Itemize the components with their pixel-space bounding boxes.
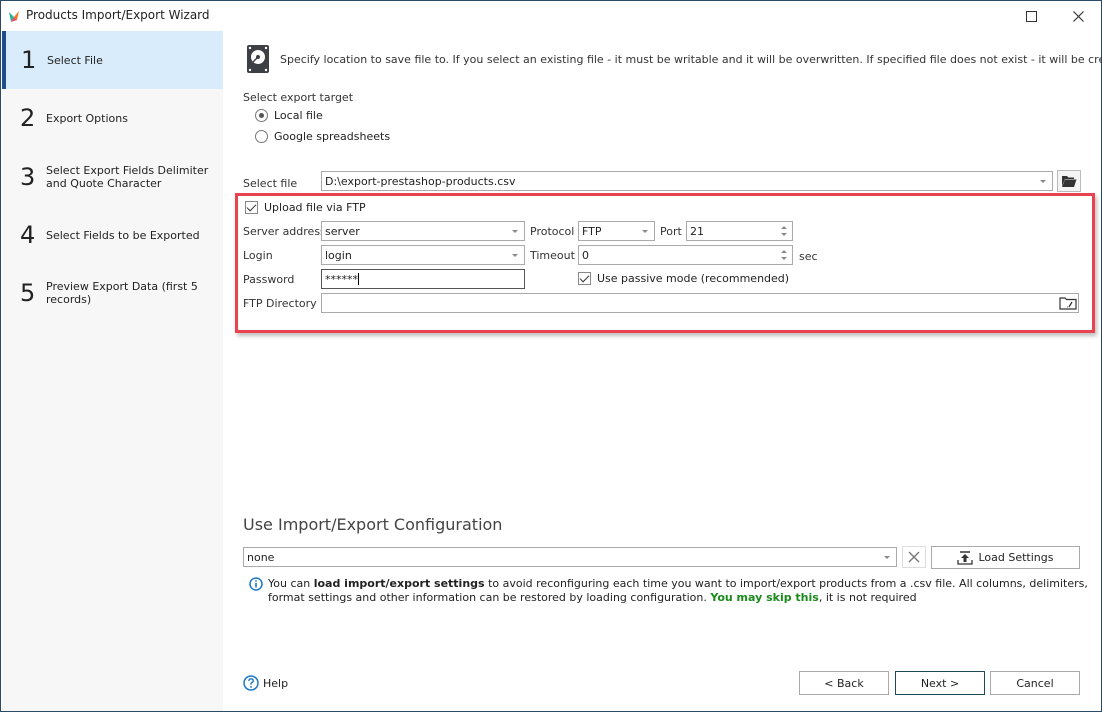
- maximize-icon: [1025, 10, 1037, 22]
- info-text: You can: [268, 577, 314, 590]
- chevron-down-icon: [642, 230, 648, 233]
- back-label: < Back: [824, 676, 864, 690]
- radio-label: Local file: [274, 109, 323, 122]
- chevron-down-icon: [512, 254, 518, 257]
- password-label: Password: [243, 273, 295, 286]
- step-label: Export Options: [46, 111, 128, 125]
- step-preview[interactable]: 5 Preview Export Data (first 5 records): [2, 264, 223, 322]
- configuration-title: Use Import/Export Configuration: [243, 515, 503, 534]
- step-select-file[interactable]: 1 Select File: [2, 31, 223, 89]
- configuration-combo[interactable]: none: [243, 547, 897, 567]
- login-combo[interactable]: login: [321, 245, 525, 265]
- select-file-label: Select file: [243, 177, 298, 190]
- folder-browse-icon: [1059, 297, 1077, 310]
- close-button[interactable]: [1064, 5, 1092, 27]
- title-bar: Products Import/Export Wizard: [1, 1, 1101, 31]
- spinner-arrows-icon[interactable]: [780, 248, 788, 262]
- password-input[interactable]: ******: [321, 269, 525, 289]
- checkbox-label: Use passive mode (recommended): [597, 272, 790, 285]
- clear-configuration-button[interactable]: [902, 546, 926, 568]
- step-label: Select Export Fields Delimiter and Quote…: [46, 164, 209, 190]
- upload-icon: [957, 550, 974, 565]
- hard-drive-icon: [247, 45, 269, 73]
- port-label: Port: [660, 225, 682, 238]
- window-title: Products Import/Export Wizard: [26, 8, 210, 22]
- radio-button[interactable]: [255, 109, 268, 122]
- protocol-select[interactable]: FTP: [578, 221, 655, 241]
- checkbox-label: Upload file via FTP: [264, 201, 366, 214]
- login-label: Login: [243, 249, 273, 262]
- radio-label: Google spreadsheets: [274, 130, 391, 143]
- protocol-label: Protocol: [530, 225, 575, 238]
- back-button[interactable]: < Back: [799, 671, 889, 695]
- close-icon: [1072, 10, 1084, 22]
- configuration-value: none: [247, 551, 275, 564]
- step-export-options[interactable]: 2 Export Options: [2, 89, 223, 147]
- cancel-button[interactable]: Cancel: [990, 671, 1080, 695]
- timeout-value: 0: [582, 249, 589, 262]
- timeout-unit: sec: [799, 250, 818, 263]
- step-number: 5: [20, 279, 36, 307]
- wizard-steps-sidebar: 1 Select File 2 Export Options 3 Select …: [2, 31, 223, 711]
- select-file-combo[interactable]: D:\export-prestashop-products.csv: [321, 171, 1053, 191]
- login-value: login: [325, 249, 352, 262]
- step-number: 1: [21, 46, 37, 74]
- browse-file-button[interactable]: [1057, 170, 1081, 192]
- step-label: Select Fields to be Exported: [46, 228, 200, 242]
- radio-local-file[interactable]: Local file: [255, 109, 323, 122]
- maximize-button[interactable]: [1017, 5, 1045, 27]
- text-cursor: [358, 273, 359, 285]
- chevron-down-icon: [1040, 180, 1046, 183]
- radio-button[interactable]: [255, 130, 268, 143]
- info-icon: [249, 577, 263, 591]
- info-bold-text: load import/export settings: [313, 577, 485, 590]
- port-value: 21: [690, 225, 704, 238]
- step-select-fields[interactable]: 4 Select Fields to be Exported: [2, 206, 223, 264]
- app-logo-icon: [9, 11, 19, 22]
- main-panel: Specify location to save file to. If you…: [223, 31, 1102, 711]
- ftp-directory-label: FTP Directory: [243, 297, 317, 310]
- export-target-label: Select export target: [243, 91, 354, 104]
- step-delimiter[interactable]: 3 Select Export Fields Delimiter and Quo…: [2, 148, 223, 206]
- checkbox[interactable]: [578, 272, 591, 285]
- timeout-spinner[interactable]: 0: [578, 245, 793, 265]
- clear-x-icon: [908, 551, 920, 563]
- open-folder-icon: [1062, 176, 1077, 187]
- help-link[interactable]: Help: [243, 675, 288, 691]
- location-hint: Specify location to save file to. If you…: [280, 53, 1102, 66]
- load-settings-label: Load Settings: [978, 551, 1054, 564]
- spinner-arrows-icon[interactable]: [780, 224, 788, 238]
- skip-hint: You may skip this: [710, 591, 819, 604]
- step-label: Select File: [47, 53, 103, 67]
- chevron-down-icon: [512, 230, 518, 233]
- file-path-value: D:\export-prestashop-products.csv: [325, 175, 516, 188]
- step-number: 4: [20, 221, 36, 249]
- help-label: Help: [263, 676, 289, 690]
- step-number: 2: [20, 104, 36, 132]
- info-text: , it is not required: [818, 591, 917, 604]
- password-value: ******: [325, 273, 358, 286]
- chevron-down-icon: [884, 556, 890, 559]
- next-label: Next >: [920, 676, 960, 690]
- help-icon: [243, 675, 259, 691]
- passive-mode-checkbox[interactable]: Use passive mode (recommended): [578, 272, 789, 285]
- next-button[interactable]: Next >: [895, 671, 985, 695]
- step-number: 3: [20, 163, 36, 191]
- load-settings-button[interactable]: Load Settings: [931, 546, 1080, 569]
- checkbox[interactable]: [245, 201, 258, 214]
- ftp-directory-input[interactable]: [321, 293, 1079, 313]
- protocol-value: FTP: [582, 225, 602, 238]
- server-address-combo[interactable]: server: [321, 221, 525, 241]
- port-spinner[interactable]: 21: [686, 221, 793, 241]
- server-address-label: Server address: [243, 225, 326, 238]
- server-address-value: server: [325, 225, 360, 238]
- browse-ftp-directory-button[interactable]: [1059, 296, 1077, 310]
- cancel-label: Cancel: [1016, 676, 1054, 690]
- upload-ftp-checkbox[interactable]: Upload file via FTP: [245, 201, 366, 214]
- radio-google-spreadsheets[interactable]: Google spreadsheets: [255, 130, 390, 143]
- timeout-label: Timeout: [530, 249, 575, 262]
- step-label: Preview Export Data (first 5 records): [46, 280, 198, 306]
- configuration-info: You can load import/export settings to a…: [268, 577, 1098, 605]
- wizard-window: Products Import/Export Wizard 1 Select F…: [0, 0, 1102, 712]
